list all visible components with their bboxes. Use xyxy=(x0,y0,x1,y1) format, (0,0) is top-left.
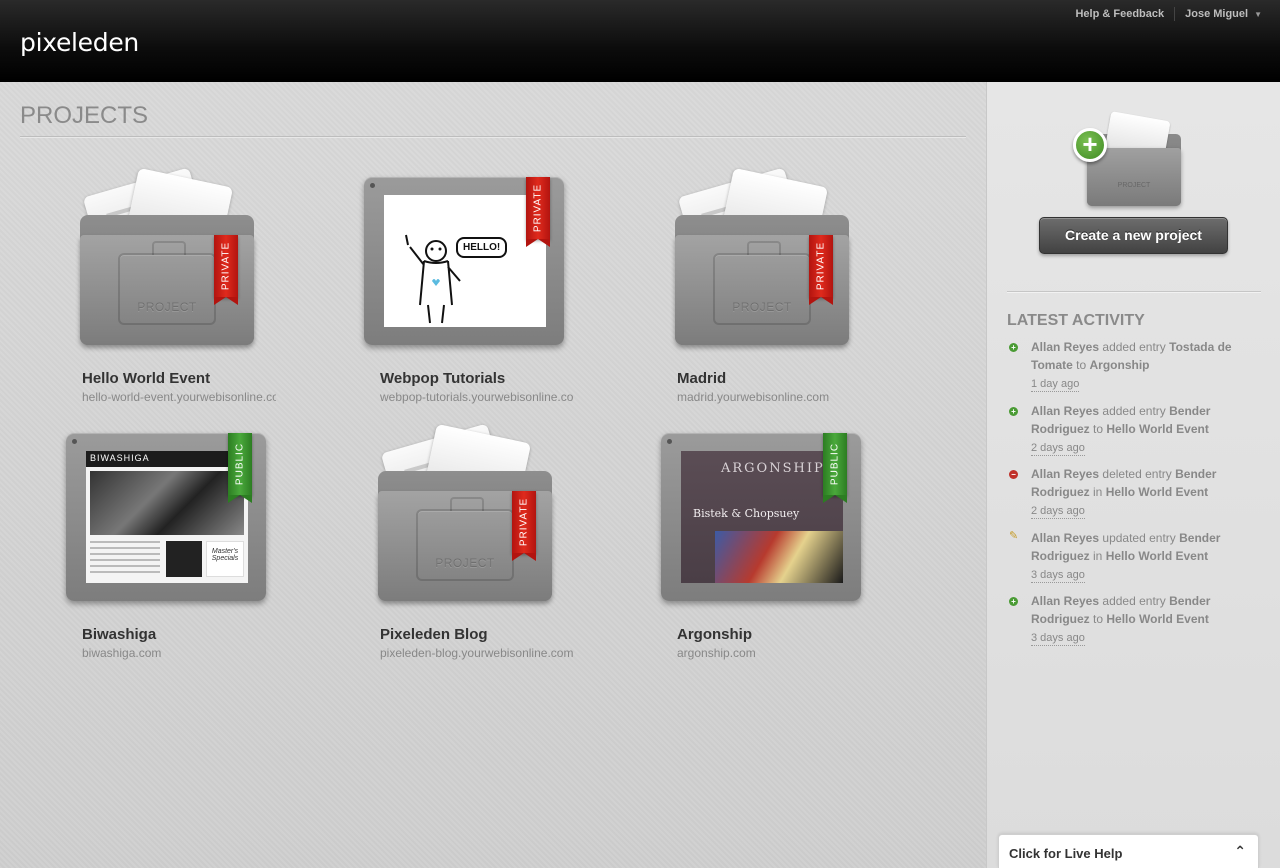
top-links-divider xyxy=(1174,7,1176,21)
activity-user[interactable]: Allan Reyes xyxy=(1031,404,1099,418)
project-screenshot: ARGONSHIP Bistek & Chopsuey xyxy=(681,451,843,583)
live-help-label: Click for Live Help xyxy=(1009,846,1123,861)
project-card-webpop-tutorials[interactable]: HELLO! PRIVATE Webpop Tutorials webpop-t… xyxy=(364,177,584,407)
activity-time: 2 days ago xyxy=(1031,441,1085,456)
top-bar: pixeleden Help & Feedback Jose Miguel ▼ xyxy=(0,0,1280,82)
activity-action: added entry xyxy=(1102,403,1166,418)
activity-target[interactable]: Hello World Event xyxy=(1106,612,1208,626)
visibility-ribbon: PRIVATE xyxy=(214,235,238,305)
activity-time: 2 days ago xyxy=(1031,505,1085,520)
project-card-hello-world-event[interactable]: PROJECT PRIVATE Hello World Event hello-… xyxy=(66,167,286,407)
activity-user[interactable]: Allan Reyes xyxy=(1031,531,1099,545)
activity-user[interactable]: Allan Reyes xyxy=(1031,467,1099,481)
activity-item: + Allan Reyes added entry Bender Rodrigu… xyxy=(1009,402,1259,466)
delete-icon: − xyxy=(1009,470,1018,480)
create-project-button[interactable]: Create a new project xyxy=(1039,217,1228,254)
activity-target[interactable]: Hello World Event xyxy=(1106,485,1208,499)
project-name[interactable]: Madrid xyxy=(677,370,726,387)
add-icon: + xyxy=(1009,597,1018,607)
projects-panel: PROJECTS PROJECT PRIVATE Hello World Eve… xyxy=(0,82,986,868)
visibility-ribbon: PRIVATE xyxy=(809,235,833,305)
help-feedback-link[interactable]: Help & Feedback xyxy=(1075,8,1164,20)
activity-target[interactable]: Hello World Event xyxy=(1106,422,1208,436)
project-url[interactable]: webpop-tutorials.yourwebisonline.com xyxy=(380,390,574,404)
project-name[interactable]: Webpop Tutorials xyxy=(380,370,505,387)
activity-time: 3 days ago xyxy=(1031,568,1085,583)
activity-target[interactable]: Argonship xyxy=(1090,358,1150,372)
logo[interactable]: pixeleden xyxy=(20,28,139,57)
activity-list: + Allan Reyes added entry Tostada de Tom… xyxy=(1009,338,1259,656)
chevron-up-icon: ⌃ xyxy=(1234,843,1246,859)
plus-icon: + xyxy=(1073,128,1107,162)
activity-action: deleted entry xyxy=(1102,467,1172,482)
project-card-pixeleden-blog[interactable]: PROJECT PRIVATE Pixeleden Blog pixeleden… xyxy=(364,423,584,663)
pencil-icon: ✎ xyxy=(1009,529,1019,542)
activity-action: updated entry xyxy=(1102,530,1176,545)
activity-prep: to xyxy=(1093,612,1104,627)
activity-heading: LATEST ACTIVITY xyxy=(1007,312,1145,329)
project-card-biwashiga[interactable]: BIWASHIGA Master's Specials PUBLIC Biwas… xyxy=(66,433,286,663)
new-project-icon[interactable]: PROJECT + xyxy=(1073,111,1181,208)
project-screenshot: HELLO! xyxy=(384,195,546,327)
page-title: PROJECTS xyxy=(20,102,966,137)
chevron-down-icon: ▼ xyxy=(1254,10,1262,19)
activity-time: 1 day ago xyxy=(1031,378,1080,392)
activity-item: + Allan Reyes added entry Bender Rodrigu… xyxy=(1009,592,1259,656)
visibility-ribbon: PRIVATE xyxy=(526,177,550,247)
sidebar-divider xyxy=(1007,291,1261,292)
activity-target[interactable]: Hello World Event xyxy=(1106,549,1208,563)
project-name[interactable]: Hello World Event xyxy=(82,370,210,387)
top-links: Help & Feedback Jose Miguel ▼ xyxy=(1075,7,1262,21)
user-menu[interactable]: Jose Miguel ▼ xyxy=(1185,8,1262,20)
project-url[interactable]: argonship.com xyxy=(677,646,871,660)
activity-time: 3 days ago xyxy=(1031,632,1085,647)
project-name[interactable]: Pixeleden Blog xyxy=(380,626,488,643)
activity-prep: in xyxy=(1093,485,1103,500)
project-screenshot: BIWASHIGA Master's Specials xyxy=(86,451,248,583)
activity-action: added entry xyxy=(1102,340,1166,354)
visibility-ribbon: PUBLIC xyxy=(228,433,252,503)
project-url[interactable]: biwashiga.com xyxy=(82,646,276,660)
activity-user[interactable]: Allan Reyes xyxy=(1031,594,1099,608)
add-icon: + xyxy=(1009,406,1018,416)
project-name[interactable]: Argonship xyxy=(677,626,752,643)
add-icon: + xyxy=(1009,343,1018,352)
activity-prep: in xyxy=(1093,548,1103,563)
sidebar: PROJECT + Create a new project LATEST AC… xyxy=(986,82,1280,868)
project-url[interactable]: hello-world-event.yourwebisonline.com xyxy=(82,390,276,404)
project-name[interactable]: Biwashiga xyxy=(82,626,156,643)
activity-item: ✎ Allan Reyes updated entry Bender Rodri… xyxy=(1009,529,1259,593)
activity-user[interactable]: Allan Reyes xyxy=(1031,340,1099,354)
activity-item: − Allan Reyes deleted entry Bender Rodri… xyxy=(1009,465,1259,529)
activity-prep: to xyxy=(1076,358,1087,372)
live-help-button[interactable]: Click for Live Help ⌃ xyxy=(998,834,1259,868)
activity-action: added entry xyxy=(1102,594,1166,609)
project-card-madrid[interactable]: PROJECT PRIVATE Madrid madrid.yourwebiso… xyxy=(661,167,881,407)
activity-item: + Allan Reyes added entry Tostada de Tom… xyxy=(1009,338,1259,402)
visibility-ribbon: PRIVATE xyxy=(512,491,536,561)
activity-prep: to xyxy=(1093,421,1104,436)
speech-bubble: HELLO! xyxy=(456,237,508,258)
user-name: Jose Miguel xyxy=(1185,8,1249,20)
project-url[interactable]: madrid.yourwebisonline.com xyxy=(677,390,871,404)
project-card-argonship[interactable]: ARGONSHIP Bistek & Chopsuey PUBLIC Argon… xyxy=(661,433,881,663)
project-url[interactable]: pixeleden-blog.yourwebisonline.com xyxy=(380,646,574,660)
visibility-ribbon: PUBLIC xyxy=(823,433,847,503)
